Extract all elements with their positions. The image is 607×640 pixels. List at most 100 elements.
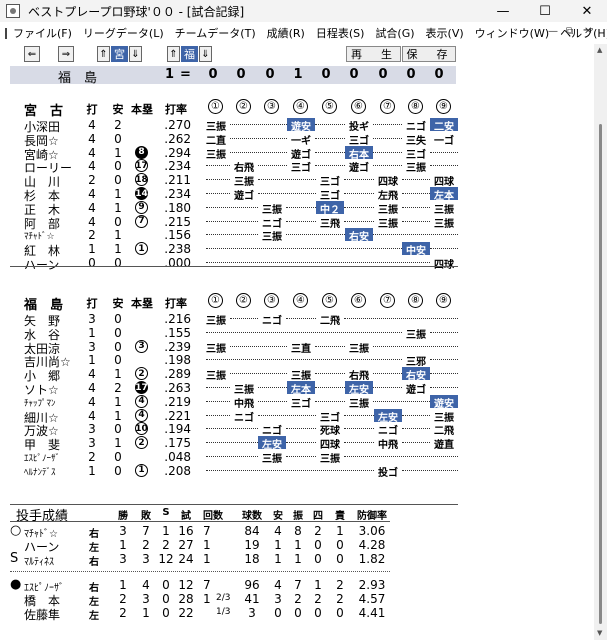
batter-row: 矢 野 3 0.216 三振 ニゴ 二飛 — [0, 312, 594, 328]
at-bat-result: 三振 — [406, 163, 426, 175]
up-arrow-icon-2[interactable]: ⇑ — [167, 46, 180, 62]
batter-name: ハーン — [24, 258, 60, 272]
score-line: 福 島 1 = 0 0 0 1 0 0 0 0 0 — [10, 66, 456, 86]
score-inning-4: 1 — [293, 67, 303, 82]
pitcher-era: 1.82 — [358, 552, 386, 566]
maximize-button[interactable]: ☐ — [525, 0, 565, 22]
minimize-button[interactable]: — — [483, 0, 523, 22]
app-icon — [6, 4, 20, 18]
batter-at-bats: 4 — [88, 187, 96, 201]
scroll-thumb[interactable] — [599, 124, 602, 624]
down-arrow-icon-2[interactable]: ⇓ — [199, 46, 212, 62]
mdi-doc-icon[interactable] — [5, 27, 7, 39]
batter-average: .156 — [164, 228, 191, 243]
pitcher-w: 2 — [119, 592, 127, 606]
at-bat-result: 三振 — [262, 454, 282, 465]
pitching-header-3: 試 — [181, 511, 191, 522]
dot-leader — [373, 373, 402, 375]
home-team-button[interactable]: 宮 — [111, 46, 128, 62]
batter-row: 阿 部 4 0 7.215 ニゴ 三飛 三振 三振 — [0, 214, 594, 231]
menu-item-6[interactable]: 表示(V) — [426, 25, 464, 41]
batter-average: .155 — [164, 325, 191, 340]
away-team-button[interactable]: 福 — [181, 46, 198, 62]
pitcher-mark: S — [10, 551, 19, 566]
batter-row: 水 谷 1 0.155 三振 — [0, 325, 594, 342]
pitcher-g: 24 — [178, 552, 194, 566]
pitching-separator — [10, 571, 390, 572]
save-button[interactable]: 保 存 — [402, 46, 456, 62]
batter-average: .289 — [164, 367, 191, 382]
inning-mark-2: ② — [236, 99, 251, 114]
scroll-down-icon[interactable]: ▼ — [597, 629, 602, 637]
batter-average: .211 — [164, 173, 191, 188]
batter-home-runs: 8 — [135, 145, 148, 159]
batter-at-bats: 1 — [88, 242, 96, 257]
inning-mark-4: ④ — [293, 293, 308, 308]
batter-row: ソト☆ 4 2 17.263 三振 左本 左安 遊ゴ — [0, 381, 594, 397]
close-button[interactable]: ✕ — [567, 0, 607, 22]
mdi-minimize-icon[interactable]: — — [548, 26, 558, 37]
dot-leader — [206, 234, 258, 236]
at-bat-result: 左飛 — [378, 191, 398, 202]
batter-hits: 1 — [114, 187, 122, 201]
batter-hits: 0 — [114, 325, 122, 340]
score-eq: = — [180, 67, 191, 82]
batter-at-bats: 2 — [88, 228, 96, 243]
col-home-runs: 本塁 — [131, 297, 153, 310]
pitcher-row: ハーン左 1 2 2 27 1 19 1 1 0 0 4.28 — [0, 538, 594, 554]
pitcher-g: 27 — [178, 538, 194, 552]
up-arrow-icon[interactable]: ⇑ — [97, 46, 110, 62]
at-bat-result: 三失 — [406, 135, 426, 147]
at-bat-result: 三ゴ — [320, 177, 340, 189]
vertical-scrollbar[interactable]: ▲ ▼ — [594, 44, 607, 640]
inning-mark-3: ③ — [264, 293, 279, 308]
menu-item-3[interactable]: 成績(R) — [267, 25, 305, 41]
menu-item-7[interactable]: ウィンドウ(W) — [475, 25, 549, 41]
dot-leader — [315, 400, 345, 402]
dot-leader — [206, 193, 230, 194]
inning-mark-9: ⑨ — [436, 99, 451, 114]
menu-item-5[interactable]: 試合(G) — [375, 25, 414, 41]
batter-row: 正 木 4 1 9.180 三振 中２ 三振 三振 — [0, 200, 594, 217]
menu-item-4[interactable]: 日程表(S) — [316, 25, 365, 41]
batter-average: .208 — [164, 463, 191, 478]
at-bat-result: 三振 — [262, 232, 282, 244]
pitcher-name: ﾏﾙﾃｨﾈｽ — [24, 557, 54, 568]
at-bat-result: 三振 — [349, 343, 369, 355]
at-bat-result: 三振 — [262, 204, 282, 216]
mdi-close-icon[interactable]: ✕ — [584, 26, 592, 37]
replay-button[interactable]: 再 生 — [346, 46, 401, 62]
next-arrow-icon[interactable]: ⇒ — [58, 46, 74, 62]
dot-leader — [206, 359, 402, 361]
menu-item-0[interactable]: ファイル(F) — [13, 25, 72, 41]
dot-leader — [315, 345, 345, 347]
dot-leader — [373, 137, 402, 139]
dot-leader — [206, 414, 230, 416]
batter-at-bats: 4 — [88, 214, 96, 229]
batter-hits: 1 — [114, 200, 122, 215]
pitcher-row: ○ ﾏﾁｬﾄﾞ☆ 右 3 7 1 16 7 84 4 8 2 1 3.06 — [0, 523, 594, 540]
batter-home-runs: 17 — [135, 159, 148, 173]
prev-arrow-icon[interactable]: ⇐ — [24, 46, 40, 62]
batter-hits: 0 — [114, 131, 122, 146]
batter-at-bats: 4 — [88, 200, 96, 215]
inning-mark-6: ⑥ — [351, 293, 366, 308]
mdi-restore-icon[interactable]: ⧉ — [566, 26, 573, 37]
at-bat-result: ニゴ — [262, 218, 282, 230]
batter-name: ﾁｬｯﾌﾟﾏﾝ — [24, 398, 56, 409]
dot-leader — [373, 165, 402, 167]
pitcher-bb: 0 — [314, 538, 322, 552]
at-bat-result: 三ゴ — [320, 412, 340, 424]
scroll-up-icon[interactable]: ▲ — [597, 46, 602, 54]
at-bat-result: 中飛 — [234, 398, 254, 410]
at-bat-result: 三ゴ — [291, 163, 311, 175]
menu-item-2[interactable]: チームデータ(T) — [175, 25, 256, 41]
batter-at-bats: 3 — [88, 339, 96, 354]
batter-average: .215 — [164, 214, 191, 229]
down-arrow-icon[interactable]: ⇓ — [129, 46, 142, 62]
dot-leader — [430, 331, 458, 333]
batter-row: ｴｽﾋﾟﾉｰｻﾞ 2 0 .048 三振 三振 — [0, 450, 594, 465]
dot-leader — [373, 124, 402, 125]
menu-item-1[interactable]: リーグデータ(L) — [83, 25, 164, 41]
at-bat-result: 三振 — [206, 316, 226, 327]
